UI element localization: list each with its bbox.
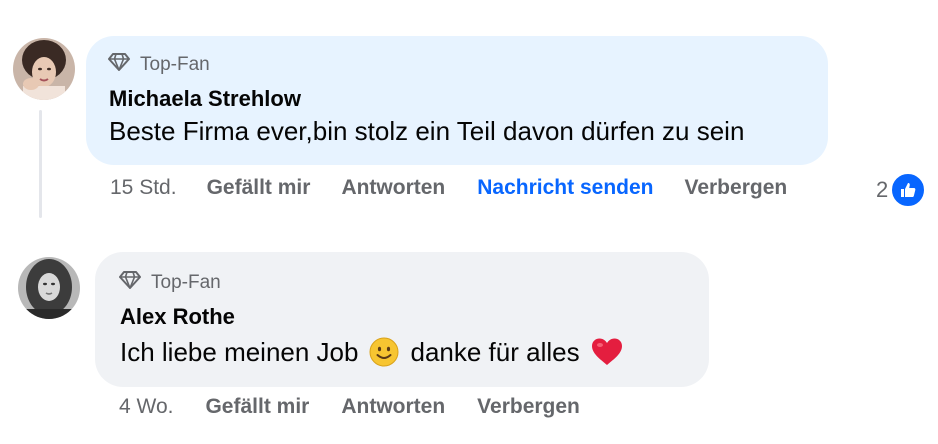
timestamp[interactable]: 4 Wo. xyxy=(119,395,173,419)
avatar[interactable] xyxy=(18,257,80,319)
author-name[interactable]: Michaela Strehlow xyxy=(109,86,301,112)
author-name[interactable]: Alex Rothe xyxy=(120,304,235,330)
smile-emoji-icon xyxy=(368,336,400,368)
reply-button[interactable]: Antworten xyxy=(341,176,445,200)
reaction-count: 2 xyxy=(876,177,889,202)
comment-text-part1: Ich liebe meinen Job xyxy=(120,336,359,367)
comment-bubble: Top-Fan Alex Rothe Ich liebe meinen Job … xyxy=(95,252,709,387)
comment-text: Beste Firma ever,bin stolz ein Teil davo… xyxy=(109,116,745,146)
comment-actions: 15 Std. Gefällt mir Antworten Nachricht … xyxy=(110,176,787,200)
badge-label: Top-Fan xyxy=(151,271,221,293)
comment-bubble: Top-Fan Michaela Strehlow Beste Firma ev… xyxy=(86,36,828,165)
like-button[interactable]: Gefällt mir xyxy=(207,176,311,200)
diamond-icon xyxy=(119,270,141,295)
comment-actions: 4 Wo. Gefällt mir Antworten Verbergen xyxy=(119,395,580,419)
comment-text: Ich liebe meinen Job danke für alles xyxy=(120,336,630,368)
thread-line xyxy=(39,110,42,218)
reply-button[interactable]: Antworten xyxy=(341,395,445,419)
comment-text-part2: danke für alles xyxy=(410,336,580,367)
like-button[interactable]: Gefällt mir xyxy=(205,395,309,419)
avatar[interactable] xyxy=(13,38,75,100)
timestamp[interactable]: 15 Std. xyxy=(110,176,177,200)
send-message-button[interactable]: Nachricht senden xyxy=(477,176,653,200)
top-fan-badge[interactable]: Top-Fan xyxy=(119,270,221,295)
top-fan-badge[interactable]: Top-Fan xyxy=(108,52,210,77)
diamond-icon xyxy=(108,52,130,77)
badge-label: Top-Fan xyxy=(140,53,210,75)
reaction-summary[interactable]: 2 xyxy=(876,172,927,208)
hide-button[interactable]: Verbergen xyxy=(477,395,580,419)
like-reaction-icon xyxy=(890,172,927,208)
heart-emoji-icon xyxy=(590,336,624,368)
hide-button[interactable]: Verbergen xyxy=(684,176,787,200)
